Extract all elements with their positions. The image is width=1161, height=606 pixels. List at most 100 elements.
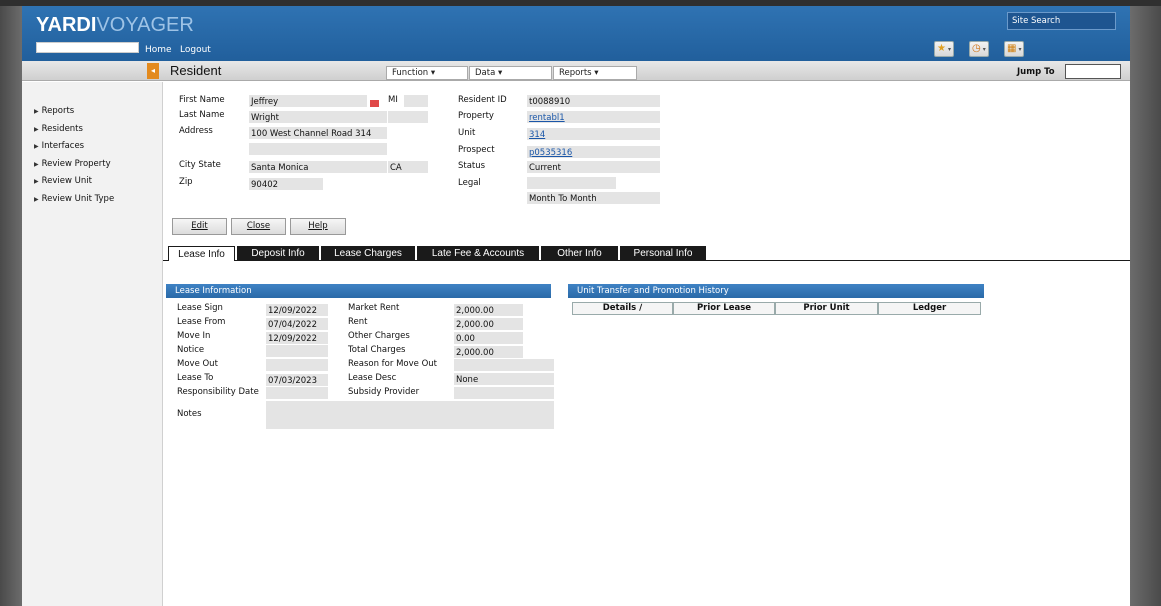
other-charges-label: Other Charges	[348, 331, 410, 341]
market-rent-value: 2,000.00	[454, 304, 523, 316]
reason-move-out-label: Reason for Move Out	[348, 359, 437, 369]
zip-value: 90402	[249, 178, 323, 190]
column-header-prior-lease[interactable]: Prior Lease	[673, 302, 775, 315]
tab-personal-info[interactable]: Personal Info	[620, 246, 706, 261]
edit-button[interactable]: Edit	[172, 218, 227, 235]
move-in-label: Move In	[177, 331, 211, 341]
lease-information-header: Lease Information	[166, 284, 551, 298]
zip-label: Zip	[179, 177, 193, 187]
subsidy-provider-label: Subsidy Provider	[348, 387, 420, 397]
sidebar-item-label: Reports	[41, 106, 75, 116]
sidebar-item-reports[interactable]: ▶ Reports	[34, 106, 74, 116]
address-label: Address	[179, 126, 213, 136]
header-input[interactable]	[36, 42, 139, 53]
unit-label: Unit	[458, 128, 476, 138]
email-icon[interactable]	[370, 100, 379, 107]
window-right-edge	[1130, 6, 1161, 606]
jump-to-label: Jump To	[1017, 67, 1055, 77]
sidebar: ▶ Reports ▶ Residents ▶ Interfaces ▶ Review …	[22, 82, 163, 606]
home-link[interactable]: Home	[145, 45, 172, 55]
lease-desc-label: Lease Desc	[348, 373, 397, 383]
address-line1-value: 100 West Channel Road 314	[249, 127, 387, 139]
notes-label: Notes	[177, 409, 202, 419]
mi-value	[404, 95, 428, 107]
unit-link[interactable]: 314	[527, 128, 660, 140]
tab-late-fee-accounts[interactable]: Late Fee & Accounts	[417, 246, 539, 261]
lease-sign-value: 12/09/2022	[266, 304, 328, 316]
address-line2-value	[249, 143, 387, 155]
prospect-link[interactable]: p0535316	[527, 146, 660, 158]
sidebar-item-review-property[interactable]: ▶ Review Property	[34, 159, 111, 169]
close-button[interactable]: Close	[231, 218, 286, 235]
lease-from-value: 07/04/2022	[266, 318, 328, 330]
collapse-sidebar-button[interactable]: ◂	[147, 63, 159, 79]
function-menu[interactable]: Function ▾	[386, 66, 468, 80]
sidebar-item-label: Review Unit	[41, 176, 92, 186]
tab-deposit-info[interactable]: Deposit Info	[237, 246, 319, 261]
legal-value	[527, 177, 616, 189]
last-name-value: Wright	[249, 111, 387, 123]
first-name-value: Jeffrey	[249, 95, 367, 107]
sidebar-item-label: Review Property	[41, 159, 111, 169]
prospect-label: Prospect	[458, 145, 495, 155]
notice-label: Notice	[177, 345, 205, 355]
sidebar-item-review-unit-type[interactable]: ▶ Review Unit Type	[34, 194, 114, 204]
first-name-label: First Name	[179, 95, 225, 105]
mi-label: MI	[388, 95, 398, 105]
property-link[interactable]: rentabl1	[527, 111, 660, 123]
triangle-right-icon: ▶	[34, 126, 39, 133]
notice-value	[266, 345, 328, 357]
logo-part-voyager: VOYAGER	[96, 14, 194, 36]
help-button[interactable]: Help	[290, 218, 346, 235]
clock-icon: ◷	[972, 43, 981, 54]
last-name-suffix-value	[388, 111, 428, 123]
resident-id-label: Resident ID	[458, 95, 507, 105]
last-name-label: Last Name	[179, 110, 225, 120]
rent-label: Rent	[348, 317, 368, 327]
responsibility-date-value	[266, 387, 328, 399]
market-rent-label: Market Rent	[348, 303, 400, 313]
total-charges-value: 2,000.00	[454, 346, 523, 358]
jump-to-input[interactable]	[1065, 64, 1121, 79]
resident-id-value: t0088910	[527, 95, 660, 107]
column-header-details[interactable]: Details ∕	[572, 302, 673, 315]
legal-label: Legal	[458, 178, 481, 188]
tab-lease-charges[interactable]: Lease Charges	[321, 246, 415, 261]
sidebar-item-label: Residents	[41, 124, 83, 134]
grid-icon: ▦	[1007, 43, 1017, 54]
sidebar-item-label: Review Unit Type	[41, 194, 115, 204]
sidebar-item-interfaces[interactable]: ▶ Interfaces	[34, 141, 84, 151]
tab-other-info[interactable]: Other Info	[541, 246, 618, 261]
tab-lease-info[interactable]: Lease Info	[168, 246, 235, 261]
sidebar-item-residents[interactable]: ▶ Residents	[34, 124, 83, 134]
star-icon: ★	[937, 43, 946, 54]
move-out-value	[266, 359, 328, 371]
column-header-ledger[interactable]: Ledger	[878, 302, 981, 315]
site-search-input[interactable]: Site Search	[1007, 12, 1116, 30]
reports-menu[interactable]: Reports ▾	[553, 66, 637, 80]
reason-move-out-value	[454, 359, 554, 371]
app-header: YARDIVOYAGER Home Logout Site Search ★ ▾ …	[22, 6, 1130, 61]
chevron-down-icon: ▾	[982, 45, 986, 53]
triangle-right-icon: ▶	[34, 178, 39, 185]
status-label: Status	[458, 161, 486, 171]
page-title-bar: ◂ Resident Function ▾ Data ▾ Reports ▾ J…	[22, 61, 1130, 81]
yardi-voyager-logo: YARDIVOYAGER	[36, 14, 194, 37]
app-window: YARDIVOYAGER Home Logout Site Search ★ ▾ …	[22, 6, 1130, 606]
lease-from-label: Lease From	[177, 317, 226, 327]
favorites-button[interactable]: ★ ▾	[934, 41, 954, 57]
apps-button[interactable]: ▦ ▾	[1004, 41, 1025, 57]
subsidy-provider-value	[454, 387, 554, 399]
triangle-right-icon: ▶	[34, 143, 39, 150]
column-header-prior-unit[interactable]: Prior Unit	[775, 302, 878, 315]
status-value: Current	[527, 161, 660, 173]
data-menu[interactable]: Data ▾	[469, 66, 552, 80]
logout-link[interactable]: Logout	[180, 45, 211, 55]
sidebar-item-review-unit[interactable]: ▶ Review Unit	[34, 176, 92, 186]
triangle-right-icon: ▶	[34, 196, 39, 203]
lease-to-label: Lease To	[177, 373, 214, 383]
move-in-value: 12/09/2022	[266, 332, 328, 344]
city-state-label: City State	[179, 160, 221, 170]
page-title: Resident	[170, 63, 222, 78]
recent-button[interactable]: ◷ ▾	[969, 41, 989, 57]
